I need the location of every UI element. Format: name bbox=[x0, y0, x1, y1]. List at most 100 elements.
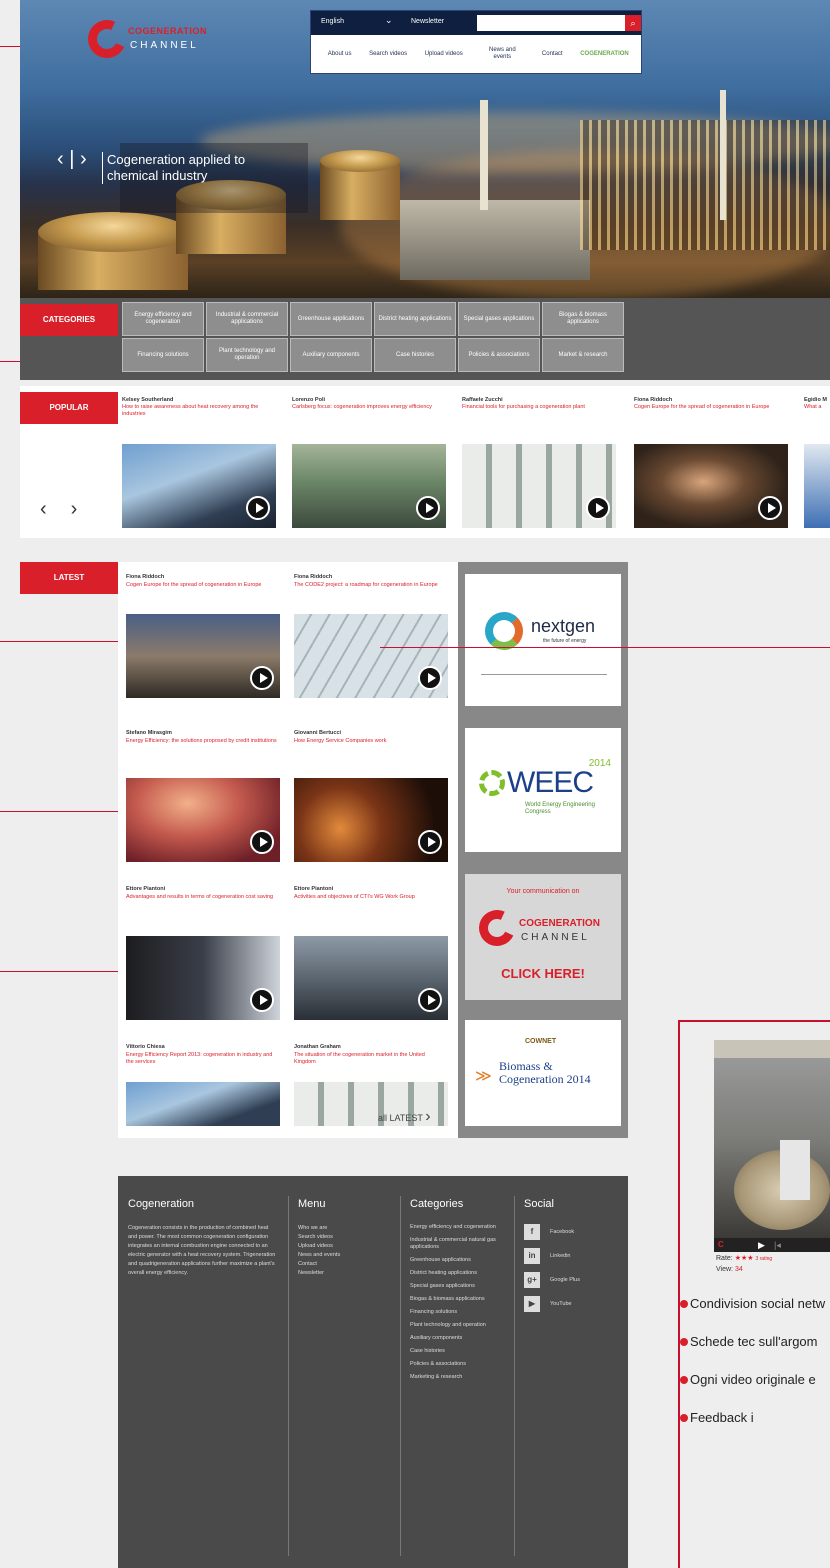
footer-category-link[interactable]: Special gases applications bbox=[410, 1283, 506, 1290]
nav-about[interactable]: About us bbox=[328, 51, 352, 58]
nav-upload-videos[interactable]: Upload videos bbox=[425, 51, 463, 58]
category-item[interactable]: Industrial & commercial applications bbox=[206, 302, 288, 336]
popular-item[interactable]: Lorenzo Poli Carlsberg focus: cogenerati… bbox=[292, 386, 442, 432]
volume-icon[interactable]: |◂ bbox=[774, 1240, 781, 1251]
footer-category-link[interactable]: Auxiliary components bbox=[410, 1335, 506, 1342]
nav-search-videos[interactable]: Search videos bbox=[369, 51, 407, 58]
footer-menu-link[interactable]: News and events bbox=[298, 1251, 388, 1260]
social-label[interactable]: YouTube bbox=[550, 1301, 572, 1307]
chevron-left-icon[interactable]: ‹ bbox=[40, 498, 71, 520]
play-icon[interactable] bbox=[250, 666, 274, 690]
play-icon[interactable] bbox=[416, 496, 440, 520]
category-item[interactable]: Energy efficiency and cogeneration bbox=[122, 302, 204, 336]
play-icon[interactable] bbox=[418, 988, 442, 1012]
footer-menu-link[interactable]: Who we are bbox=[298, 1224, 388, 1233]
rating-stars[interactable]: ★★★ bbox=[735, 1255, 754, 1262]
video-thumbnail[interactable] bbox=[126, 778, 280, 862]
social-label[interactable]: Facebook bbox=[550, 1229, 574, 1235]
play-icon[interactable] bbox=[250, 988, 274, 1012]
nav-news-events[interactable]: News and events bbox=[480, 47, 524, 61]
video-thumbnail[interactable] bbox=[294, 614, 448, 698]
linkedin-icon[interactable]: in bbox=[524, 1248, 540, 1264]
popular-item[interactable]: Fiona Riddoch Cogen Europe for the sprea… bbox=[634, 386, 784, 432]
popular-title[interactable]: Carlsberg focus: cogeneration improves e… bbox=[292, 404, 442, 432]
footer-menu-link[interactable]: Upload videos bbox=[298, 1242, 388, 1251]
chevron-down-icon[interactable]: ⌄ bbox=[385, 15, 393, 26]
latest-title[interactable]: The CODE2 project: a roadmap for cogener… bbox=[294, 582, 448, 589]
popular-item[interactable]: Kelsey Southerland How to raise awarenes… bbox=[122, 386, 272, 432]
footer-category-link[interactable]: Marketing & research bbox=[410, 1374, 506, 1381]
footer-category-link[interactable]: Biogas & biomass applications bbox=[410, 1296, 506, 1303]
category-item[interactable]: District heating applications bbox=[374, 302, 456, 336]
promo-cta[interactable]: CLICK HERE! bbox=[465, 966, 621, 981]
category-item[interactable]: Financing solutions bbox=[122, 338, 204, 372]
social-label[interactable]: Google Plus bbox=[550, 1277, 580, 1283]
play-icon[interactable] bbox=[418, 830, 442, 854]
video-thumbnail[interactable] bbox=[294, 778, 448, 862]
language-select[interactable]: English bbox=[311, 11, 391, 33]
nav-partner-logo[interactable]: COGENERATION bbox=[580, 51, 629, 58]
latest-title[interactable]: The situation of the cogeneration market… bbox=[294, 1052, 448, 1066]
footer-category-link[interactable]: Policies & associations bbox=[410, 1361, 506, 1368]
category-item[interactable]: Case histories bbox=[374, 338, 456, 372]
chevron-left-icon[interactable]: ‹ bbox=[57, 148, 64, 170]
google-plus-icon[interactable]: g+ bbox=[524, 1272, 540, 1288]
video-thumbnail[interactable] bbox=[634, 444, 788, 528]
category-item[interactable]: Policies & associations bbox=[458, 338, 540, 372]
video-thumbnail[interactable] bbox=[126, 936, 280, 1020]
youtube-icon[interactable]: ▶ bbox=[524, 1296, 540, 1312]
search-icon[interactable]: ⌕ bbox=[625, 15, 641, 31]
play-icon[interactable] bbox=[250, 830, 274, 854]
latest-title[interactable]: Cogen Europe for the spread of cogenerat… bbox=[126, 582, 280, 589]
nav-contact[interactable]: Contact bbox=[542, 51, 563, 58]
category-item[interactable]: Biogas & biomass applications bbox=[542, 302, 624, 336]
social-label[interactable]: Linkedin bbox=[550, 1253, 571, 1259]
footer-category-link[interactable]: Case histories bbox=[410, 1348, 506, 1355]
all-latest-link[interactable]: all LATEST › bbox=[378, 1108, 431, 1126]
category-item[interactable]: Special gases applications bbox=[458, 302, 540, 336]
ad-biomass[interactable]: COWNET ≫ Biomass & Cogeneration 2014 bbox=[465, 1020, 621, 1126]
latest-title[interactable]: Energy Efficiency: the solutions propose… bbox=[126, 738, 280, 745]
ad-nextgen[interactable]: nextgen the future of energy bbox=[465, 574, 621, 706]
popular-title[interactable]: What a bbox=[804, 404, 830, 432]
newsletter-link[interactable]: Newsletter bbox=[411, 18, 444, 25]
facebook-icon[interactable]: f bbox=[524, 1224, 540, 1240]
footer-menu-link[interactable]: Search videos bbox=[298, 1233, 388, 1242]
video-thumbnail[interactable] bbox=[292, 444, 446, 528]
video-thumbnail[interactable] bbox=[126, 614, 280, 698]
latest-title[interactable]: Advantages and results in terms of cogen… bbox=[126, 894, 280, 901]
video-thumbnail[interactable] bbox=[122, 444, 276, 528]
chevron-right-icon[interactable]: › bbox=[71, 498, 102, 520]
category-item[interactable]: Auxiliary components bbox=[290, 338, 372, 372]
video-thumbnail[interactable] bbox=[126, 1082, 280, 1126]
latest-title[interactable]: How Energy Service Companies work bbox=[294, 738, 448, 745]
popular-item[interactable]: Raffaele Zucchi Financial tools for purc… bbox=[462, 386, 612, 432]
footer-category-link[interactable]: Industrial & commercial natural gas appl… bbox=[410, 1237, 506, 1251]
play-icon[interactable] bbox=[246, 496, 270, 520]
footer-menu-link[interactable]: Contact bbox=[298, 1260, 388, 1269]
ad-promo[interactable]: Your communication on COGENERATION CHANN… bbox=[465, 874, 621, 1000]
video-thumbnail[interactable] bbox=[462, 444, 616, 528]
popular-item[interactable]: Egidio M What a bbox=[804, 386, 830, 432]
footer-category-link[interactable]: Energy efficiency and cogeneration bbox=[410, 1224, 506, 1231]
category-item[interactable]: Greenhouse applications bbox=[290, 302, 372, 336]
play-icon[interactable] bbox=[586, 496, 610, 520]
category-item[interactable]: Plant technology and operation bbox=[206, 338, 288, 372]
play-icon[interactable] bbox=[758, 496, 782, 520]
footer-category-link[interactable]: District heating applications bbox=[410, 1270, 506, 1277]
hero-banner[interactable]: COGENERATION CHANNEL English ⌄ Newslette… bbox=[20, 0, 830, 298]
footer-menu-link[interactable]: Newsletter bbox=[298, 1269, 388, 1278]
footer-category-link[interactable]: Greenhouse applications bbox=[410, 1257, 506, 1264]
popular-title[interactable]: Cogen Europe for the spread of cogenerat… bbox=[634, 404, 784, 432]
latest-title[interactable]: Energy Efficiency Report 2013: cogenerat… bbox=[126, 1052, 280, 1066]
search-input[interactable] bbox=[477, 15, 625, 31]
footer-category-link[interactable]: Financing solutions bbox=[410, 1309, 506, 1316]
latest-title[interactable]: Activities and objectives of CTI's WG Wo… bbox=[294, 894, 448, 901]
footer-category-link[interactable]: Plant technology and operation bbox=[410, 1322, 506, 1329]
popular-title[interactable]: How to raise awareness about heat recove… bbox=[122, 404, 272, 432]
video-thumbnail[interactable] bbox=[294, 936, 448, 1020]
site-logo[interactable]: COGENERATION CHANNEL bbox=[82, 14, 234, 64]
hero-caption[interactable]: Cogeneration applied to chemical industr… bbox=[102, 152, 252, 184]
video-thumbnail[interactable] bbox=[804, 444, 830, 528]
play-icon[interactable] bbox=[418, 666, 442, 690]
